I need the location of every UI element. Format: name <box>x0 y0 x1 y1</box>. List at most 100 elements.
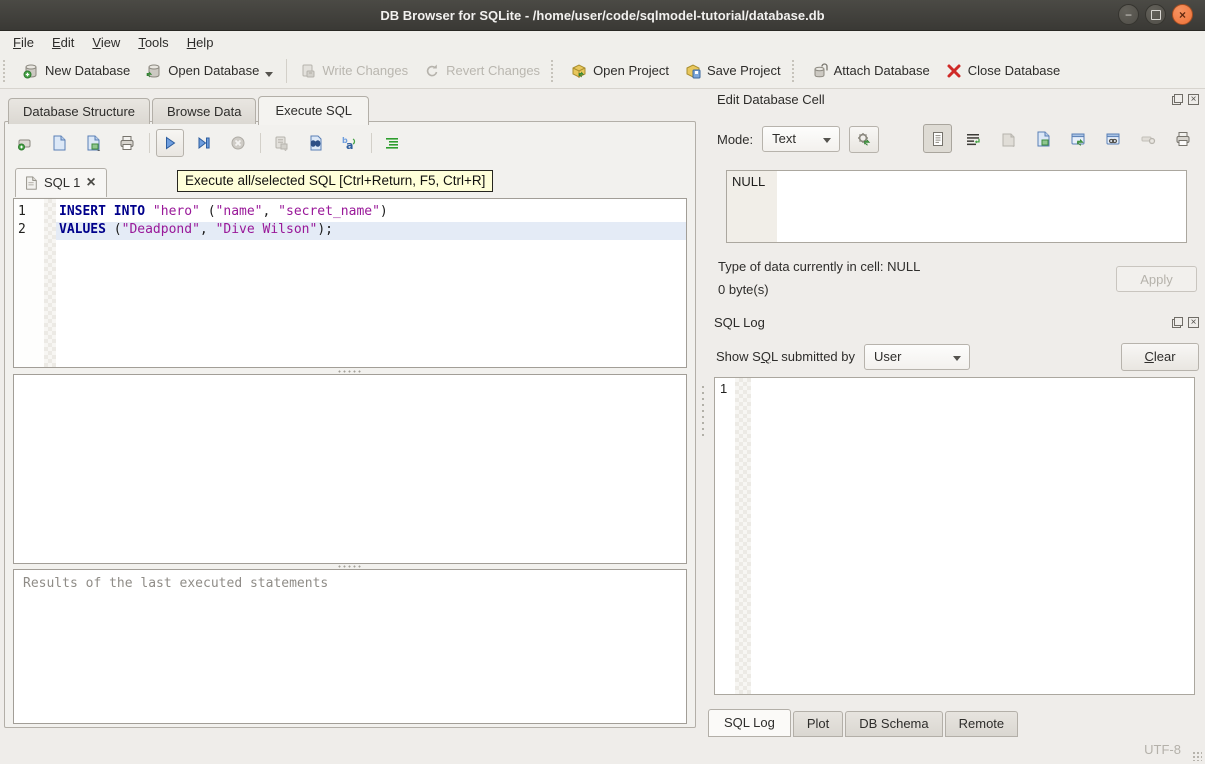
close-database-button[interactable]: Close Database <box>938 59 1069 83</box>
open-project-icon <box>571 63 587 79</box>
import-icon <box>1000 131 1016 147</box>
print-sql-button[interactable] <box>113 129 141 157</box>
set-null-icon <box>1140 131 1156 147</box>
mode-select[interactable]: Text <box>762 126 840 152</box>
open-database-button[interactable]: Open Database <box>138 59 281 83</box>
toolbar-separator <box>286 59 287 83</box>
dock-tab-db-schema[interactable]: DB Schema <box>845 711 942 737</box>
menu-file[interactable]: File <box>4 33 43 52</box>
execute-sql-button[interactable] <box>156 129 184 157</box>
code-line[interactable]: INSERT INTO "hero" ("name", "secret_name… <box>56 204 686 222</box>
line-number: 1 <box>14 204 44 222</box>
dock-tab-sql-log[interactable]: SQL Log <box>708 709 791 737</box>
close-tab-icon[interactable]: × <box>86 178 95 188</box>
open-in-app-icon <box>1070 131 1086 147</box>
sql-log-area[interactable]: 1 <box>714 377 1195 695</box>
toolbar-drag-handle[interactable] <box>3 60 10 82</box>
word-wrap-icon <box>965 131 981 147</box>
text-mode-button[interactable] <box>923 124 952 153</box>
svg-text:a: a <box>346 139 353 151</box>
stop-sql-button <box>224 129 252 157</box>
results-placeholder: Results of the last executed statements <box>23 576 328 591</box>
menu-tools[interactable]: Tools <box>129 33 177 52</box>
sql-code-area[interactable]: INSERT INTO "hero" ("name", "secret_name… <box>56 199 686 367</box>
stop-icon <box>230 135 246 151</box>
export-icon <box>1035 131 1051 147</box>
open-sql-tab-button[interactable] <box>11 129 39 157</box>
menu-edit[interactable]: Edit <box>43 33 83 52</box>
float-dock-icon[interactable] <box>1172 94 1183 105</box>
menu-file-rest: ile <box>21 35 34 50</box>
apply-button: Apply <box>1116 266 1197 292</box>
results-message-area[interactable]: Results of the last executed statements <box>13 569 687 724</box>
float-dock-icon[interactable] <box>1172 317 1183 328</box>
sql-editor[interactable]: 12 INSERT INTO "hero" ("name", "secret_n… <box>13 198 687 368</box>
dock-tab-plot[interactable]: Plot <box>793 711 843 737</box>
tab-browse-data[interactable]: Browse Data <box>152 98 256 124</box>
write-changes-icon <box>300 63 316 79</box>
menubar: File Edit View Tools Help <box>0 31 1205 53</box>
log-filter-select[interactable]: User <box>864 344 970 370</box>
menu-help-rest: elp <box>196 35 213 50</box>
minimize-button[interactable]: − <box>1118 4 1139 25</box>
log-line-number: 1 <box>715 378 735 694</box>
sql-toolbar-separator <box>149 133 150 153</box>
tab-execute-sql[interactable]: Execute SQL <box>258 96 369 125</box>
open-external-button[interactable] <box>1063 124 1092 153</box>
open-database-dropdown-icon[interactable] <box>265 72 273 77</box>
open-project-button[interactable]: Open Project <box>563 59 677 83</box>
auto-format-button[interactable]: ba <box>335 129 363 157</box>
tab-database-structure[interactable]: Database Structure <box>8 98 150 124</box>
close-window-button[interactable]: × <box>1172 4 1193 25</box>
toggle-results-button[interactable] <box>378 129 406 157</box>
gear-arrow-icon <box>856 131 872 147</box>
line-number: 2 <box>14 222 44 240</box>
open-sql-file-button[interactable] <box>45 129 73 157</box>
code-line[interactable]: VALUES ("Deadpond", "Dive Wilson"); <box>56 222 686 240</box>
copy-link-button[interactable] <box>1098 124 1127 153</box>
show-sql-label: Show SQL submitted by <box>716 349 855 364</box>
sql-toolbar-separator <box>371 133 372 153</box>
sql-1-tab[interactable]: SQL 1 × <box>15 168 107 197</box>
log-fold-margin <box>735 378 751 694</box>
link-icon <box>1105 131 1121 147</box>
toolbar-drag-handle[interactable] <box>551 60 558 82</box>
close-dock-icon[interactable]: × <box>1188 317 1199 328</box>
toolbar-drag-handle[interactable] <box>792 60 799 82</box>
new-database-button[interactable]: New Database <box>15 59 138 83</box>
auto-apply-button[interactable] <box>849 126 879 153</box>
save-results-button <box>267 129 295 157</box>
write-changes-button: Write Changes <box>292 59 416 83</box>
find-icon <box>307 135 323 151</box>
cell-text-input[interactable] <box>777 171 1186 242</box>
menu-help-mnemonic: H <box>187 35 196 50</box>
maximize-button[interactable] <box>1145 4 1166 25</box>
resize-grip[interactable] <box>1192 751 1202 761</box>
main-toolbar: New Database Open Database Write Changes… <box>0 53 1205 89</box>
export-cell-button[interactable] <box>1028 124 1057 153</box>
save-project-icon <box>685 63 701 79</box>
menu-help[interactable]: Help <box>178 33 223 52</box>
results-grid[interactable] <box>13 374 687 564</box>
attach-database-button[interactable]: Attach Database <box>804 59 938 83</box>
menu-view[interactable]: View <box>83 33 129 52</box>
find-button[interactable] <box>301 129 329 157</box>
dock-tab-remote[interactable]: Remote <box>945 711 1019 737</box>
save-project-button[interactable]: Save Project <box>677 59 789 83</box>
cell-editor-area[interactable]: NULL <box>726 170 1187 243</box>
clear-log-button[interactable]: Clear <box>1121 343 1199 371</box>
log-content <box>751 378 1194 694</box>
save-sql-file-button[interactable] <box>79 129 107 157</box>
fold-margin <box>44 199 56 367</box>
menu-edit-mnemonic: E <box>52 35 61 50</box>
save-project-label: Save Project <box>707 63 781 78</box>
vertical-splitter[interactable] <box>701 385 705 437</box>
word-wrap-button[interactable] <box>958 124 987 153</box>
close-dock-icon[interactable]: × <box>1188 94 1199 105</box>
execute-current-line-button[interactable] <box>190 129 218 157</box>
execute-icon <box>162 135 178 151</box>
print-cell-button[interactable] <box>1168 124 1197 153</box>
format-sql-icon: ba <box>341 135 357 151</box>
import-cell-button <box>993 124 1022 153</box>
revert-changes-icon <box>424 63 440 79</box>
